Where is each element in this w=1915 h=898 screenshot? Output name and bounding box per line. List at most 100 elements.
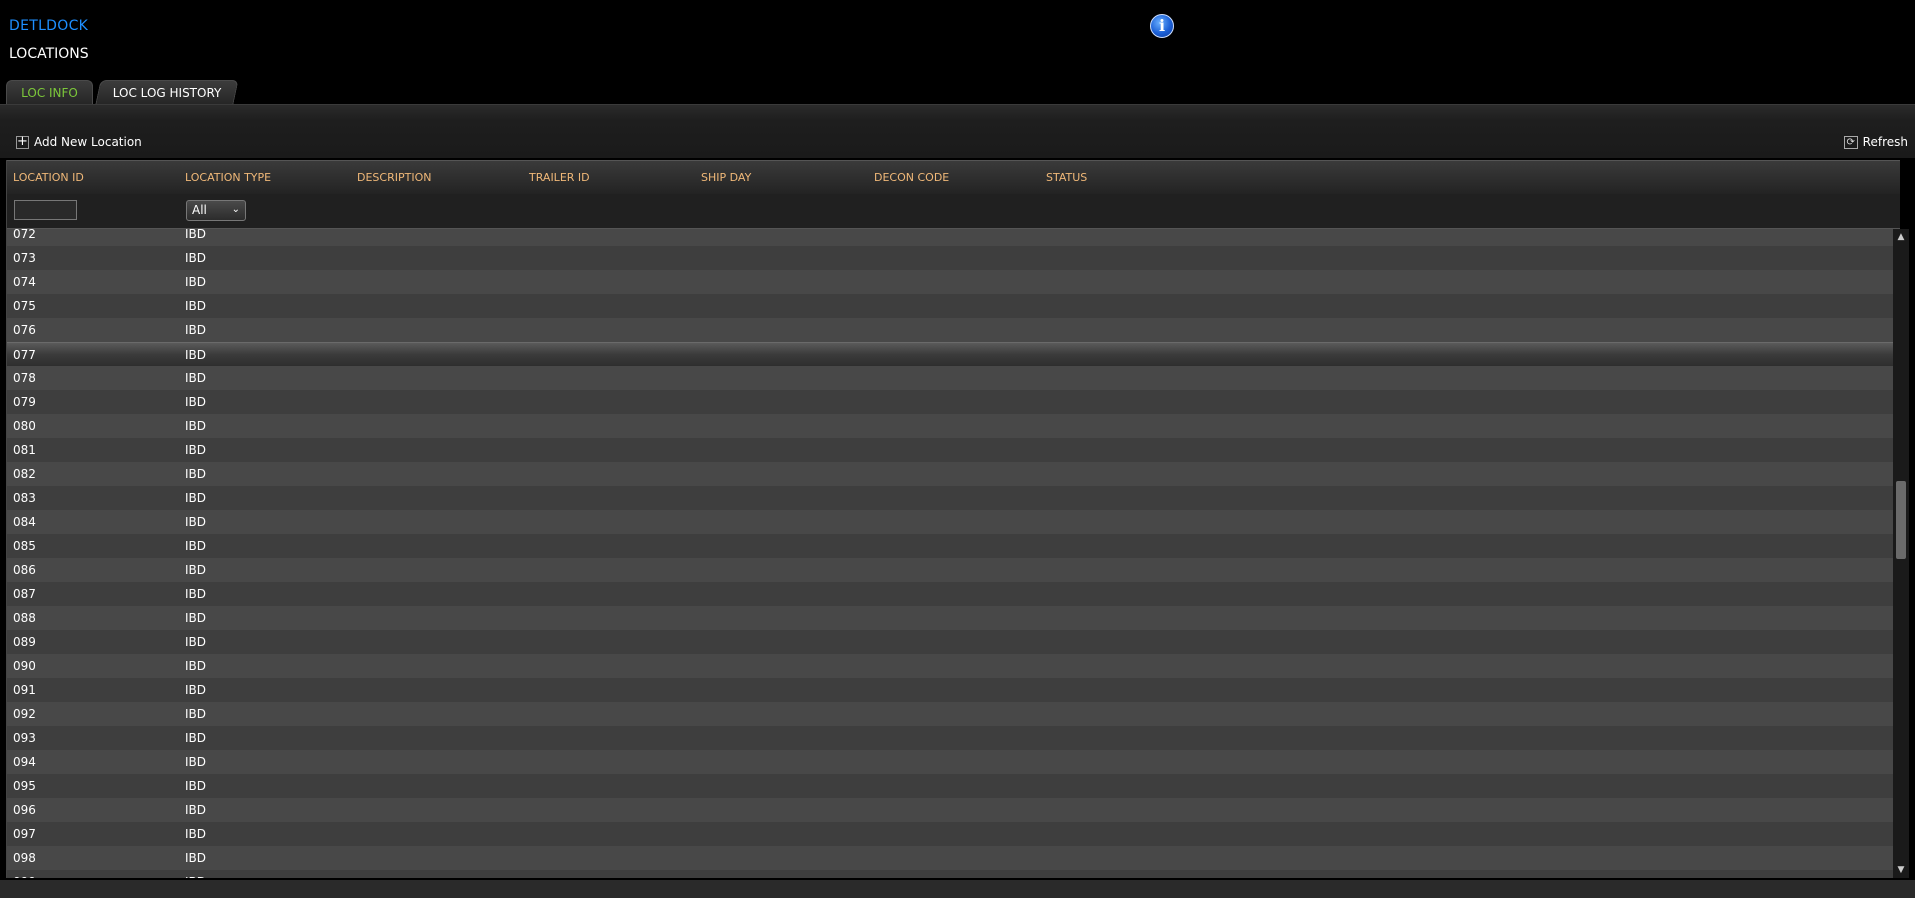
scroll-thumb[interactable]: [1896, 481, 1906, 559]
table-row[interactable]: 097 IBD: [7, 822, 1900, 846]
table-row[interactable]: 079 IBD: [7, 390, 1900, 414]
chevron-down-icon: ⌄: [231, 204, 240, 215]
location-type-cell: IBD: [185, 707, 207, 721]
tab-loc-log-history[interactable]: LOC LOG HISTORY: [95, 80, 239, 104]
table-row[interactable]: 081 IBD: [7, 438, 1900, 462]
location-id-cell: 081: [13, 443, 36, 457]
location-type-cell: IBD: [185, 870, 206, 878]
scroll-down-arrow-icon[interactable]: ▼: [1893, 862, 1909, 878]
location-type-cell: IBD: [185, 251, 207, 265]
vertical-scrollbar[interactable]: ▲ ▼: [1893, 229, 1909, 878]
location-id-cell: 079: [13, 395, 36, 409]
table-row[interactable]: 074 IBD: [7, 270, 1900, 294]
location-type-cell: IBD: [185, 779, 207, 793]
location-type-cell: IBD: [185, 229, 207, 241]
table-row[interactable]: 082 IBD: [7, 462, 1900, 486]
app-name: DETLDOCK: [9, 18, 89, 34]
location-id-cell: 074: [13, 275, 36, 289]
location-id-cell: 075: [13, 299, 36, 313]
table-row[interactable]: 087 IBD: [7, 582, 1900, 606]
location-type-cell: IBD: [185, 515, 207, 529]
table-row[interactable]: 099 IBD: [7, 870, 1900, 878]
location-type-cell: IBD: [185, 299, 207, 313]
table-row[interactable]: 095 IBD: [7, 774, 1900, 798]
location-id-cell: 084: [13, 515, 36, 529]
toolbar: + Add New Location ⟳ Refresh: [0, 104, 1915, 158]
grid-header: LOCATION ID LOCATION TYPE DESCRIPTION TR…: [7, 160, 1900, 194]
location-id-cell: 097: [13, 827, 36, 841]
table-row[interactable]: 094 IBD: [7, 750, 1900, 774]
location-type-cell: IBD: [185, 851, 207, 865]
location-type-cell: IBD: [185, 491, 207, 505]
table-row[interactable]: 086 IBD: [7, 558, 1900, 582]
refresh-button[interactable]: ⟳ Refresh: [1843, 135, 1908, 149]
table-row[interactable]: 089 IBD: [7, 630, 1900, 654]
location-type-cell: IBD: [185, 803, 207, 817]
table-row[interactable]: 090 IBD: [7, 654, 1900, 678]
location-id-cell: 096: [13, 803, 36, 817]
location-type-cell: IBD: [185, 635, 207, 649]
refresh-label: Refresh: [1862, 135, 1908, 149]
location-type-cell: IBD: [185, 443, 207, 457]
location-id-filter-input[interactable]: [14, 200, 77, 220]
column-header-status[interactable]: STATUS: [1046, 171, 1087, 184]
table-row[interactable]: 075 IBD: [7, 294, 1900, 318]
location-id-cell: 078: [13, 371, 36, 385]
add-new-location-button[interactable]: + Add New Location: [16, 135, 142, 149]
table-row[interactable]: 096 IBD: [7, 798, 1900, 822]
table-row[interactable]: 077 IBD: [7, 342, 1900, 366]
location-type-cell: IBD: [185, 827, 207, 841]
column-header-location-id[interactable]: LOCATION ID: [13, 171, 84, 184]
plus-icon: +: [16, 133, 29, 149]
location-id-cell: 095: [13, 779, 36, 793]
location-id-cell: 090: [13, 659, 36, 673]
location-type-cell: IBD: [185, 275, 207, 289]
location-type-cell: IBD: [185, 323, 207, 337]
filter-row: All ⌄: [7, 194, 1900, 229]
column-header-description[interactable]: DESCRIPTION: [357, 171, 431, 184]
footer-bar: [0, 880, 1915, 898]
table-row[interactable]: 072 IBD: [7, 229, 1900, 246]
table-row[interactable]: 073 IBD: [7, 246, 1900, 270]
location-id-cell: 073: [13, 251, 36, 265]
table-row[interactable]: 076 IBD: [7, 318, 1900, 342]
column-header-decon-code[interactable]: DECON CODE: [874, 171, 949, 184]
table-row[interactable]: 080 IBD: [7, 414, 1900, 438]
info-icon[interactable]: i: [1150, 14, 1174, 38]
table-row[interactable]: 078 IBD: [7, 366, 1900, 390]
table-row[interactable]: 091 IBD: [7, 678, 1900, 702]
location-id-cell: 088: [13, 611, 36, 625]
location-id-cell: 091: [13, 683, 36, 697]
column-header-ship-day[interactable]: SHIP DAY: [701, 171, 751, 184]
table-row[interactable]: 088 IBD: [7, 606, 1900, 630]
tab-loc-log-history-label: LOC LOG HISTORY: [112, 86, 222, 100]
location-type-cell: IBD: [185, 419, 207, 433]
location-type-cell: IBD: [185, 659, 207, 673]
location-id-cell: 098: [13, 851, 36, 865]
locations-grid: LOCATION ID LOCATION TYPE DESCRIPTION TR…: [6, 160, 1909, 878]
table-row[interactable]: 083 IBD: [7, 486, 1900, 510]
tab-loc-info[interactable]: LOC INFO: [6, 80, 93, 104]
location-type-filter-select[interactable]: All ⌄: [186, 200, 246, 221]
location-id-cell: 092: [13, 707, 36, 721]
location-type-cell: IBD: [185, 611, 207, 625]
column-header-location-type[interactable]: LOCATION TYPE: [185, 171, 271, 184]
location-id-cell: 085: [13, 539, 36, 553]
table-row[interactable]: 084 IBD: [7, 510, 1900, 534]
table-row[interactable]: 093 IBD: [7, 726, 1900, 750]
location-id-cell: 094: [13, 755, 36, 769]
table-row[interactable]: 098 IBD: [7, 846, 1900, 870]
location-id-cell: 087: [13, 587, 36, 601]
location-type-cell: IBD: [185, 371, 207, 385]
location-type-cell: IBD: [185, 467, 207, 481]
location-type-cell: IBD: [185, 395, 207, 409]
location-id-cell: 086: [13, 563, 36, 577]
table-row[interactable]: 085 IBD: [7, 534, 1900, 558]
location-type-cell: IBD: [185, 563, 207, 577]
column-header-trailer-id[interactable]: TRAILER ID: [529, 171, 590, 184]
location-id-cell: 083: [13, 491, 36, 505]
scroll-up-arrow-icon[interactable]: ▲: [1893, 229, 1909, 245]
location-type-cell: IBD: [185, 539, 207, 553]
table-row[interactable]: 092 IBD: [7, 702, 1900, 726]
page-title: LOCATIONS: [9, 46, 89, 62]
